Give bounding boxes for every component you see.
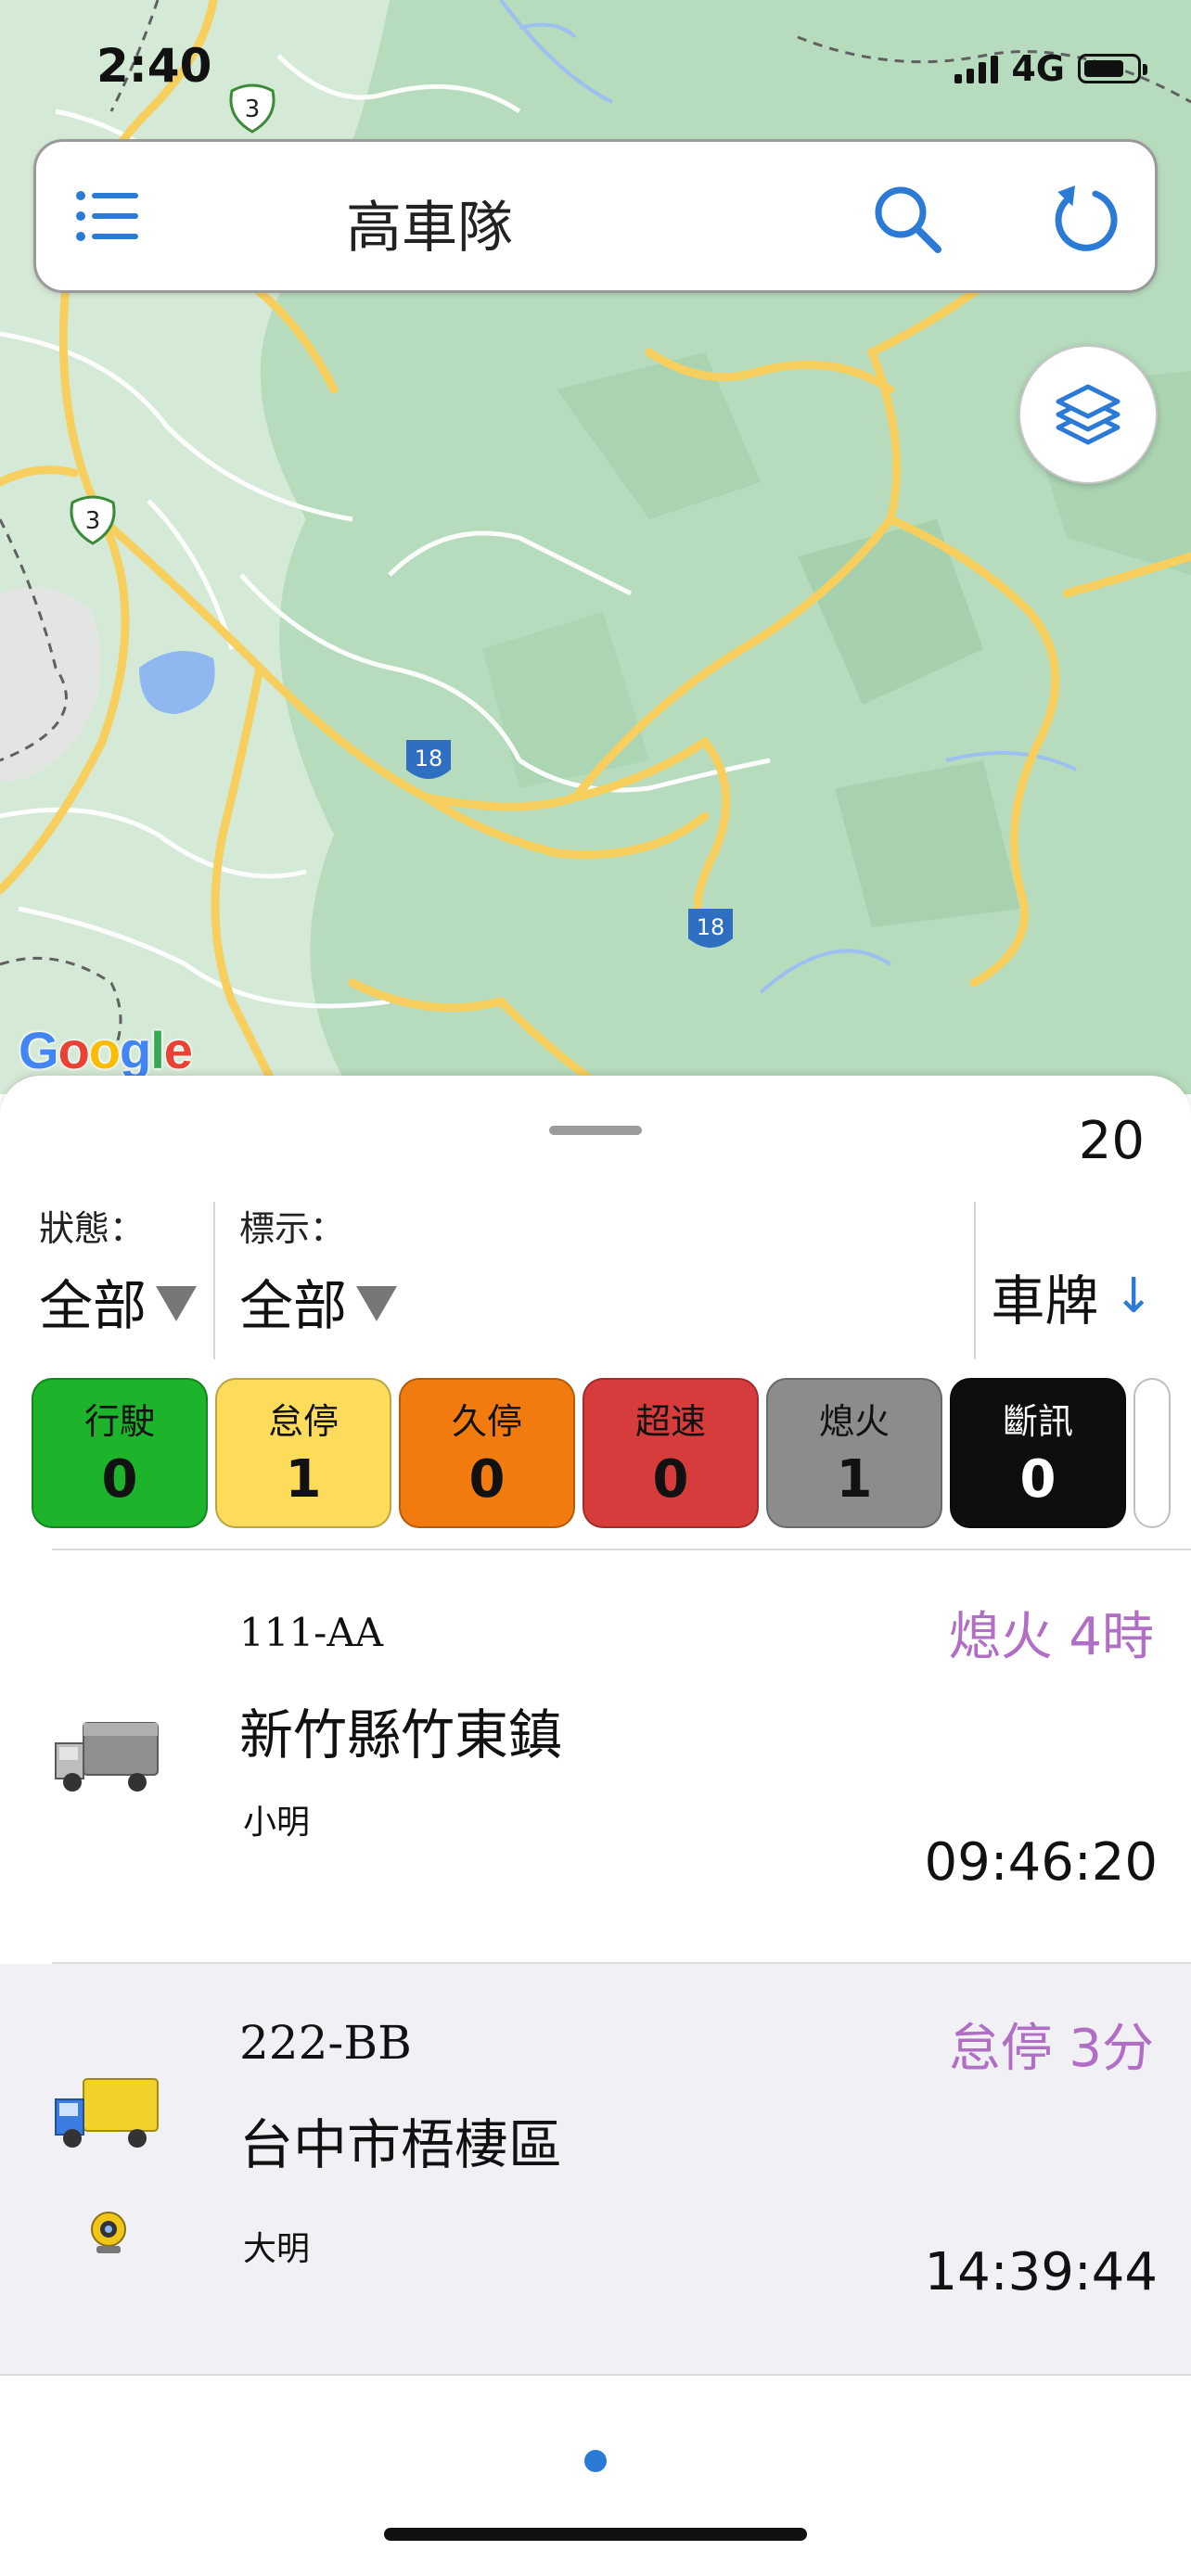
divider	[0, 2374, 1191, 2376]
vehicle-driver: 大明	[243, 2230, 311, 2268]
battery-icon	[1078, 54, 1147, 83]
fleet-title: 高車隊	[346, 196, 513, 261]
status-filter-value: 全部	[39, 1274, 147, 1337]
vehicle-driver: 小明	[243, 1804, 311, 1842]
top-search-bar: 高車隊	[33, 139, 1158, 293]
status-bar-indicators: 4G	[954, 48, 1147, 89]
truck-yellow-icon	[52, 2072, 163, 2159]
status-chip[interactable]: 超速 0	[583, 1378, 759, 1528]
status-chip[interactable]: 久停 0	[399, 1378, 575, 1528]
status-chip-row: 行駛 0 怠停 1 久停 0 超速 0 熄火 1 斷訊 0	[32, 1378, 1191, 1532]
vehicle-status: 熄火 4時	[948, 1607, 1154, 1667]
vehicle-row-111-AA[interactable]: 111-AA 新竹縣竹東鎮 小明 熄火 4時 09:46:20	[0, 1552, 1191, 1964]
page-indicator-dot	[584, 2450, 607, 2472]
sort-by-plate-button[interactable]: 車牌 ↓	[991, 1257, 1154, 1335]
truck-gray-icon	[52, 1715, 163, 1803]
status-chip[interactable]: 怠停 1	[215, 1378, 391, 1528]
vehicle-time: 14:39:44	[924, 2242, 1158, 2302]
vehicle-list-sheet: 20 狀態： 全部 標示： 全部 車牌 ↓ 行駛 0 怠停 1 久停 0 超速 0 熄火 1 斷訊 0…	[0, 1076, 1191, 2576]
status-bar-time: 2:40	[96, 39, 212, 93]
divider	[52, 1549, 1191, 1550]
status-chip-count: 0	[468, 1449, 506, 1510]
status-chip-label: 行駛	[83, 1401, 155, 1442]
vehicle-plate: 222-BB	[239, 2016, 412, 2070]
cellular-signal-icon	[954, 54, 999, 83]
camera-icon	[85, 2209, 132, 2259]
status-chip-label: 久停	[451, 1401, 522, 1442]
status-chip-count: 0	[101, 1449, 138, 1510]
sheet-drag-handle[interactable]	[549, 1126, 642, 1135]
filter-divider	[213, 1202, 215, 1359]
sort-arrow-down-icon: ↓	[1113, 1269, 1154, 1324]
status-chip-count: 1	[285, 1449, 322, 1510]
svg-text:18: 18	[697, 914, 725, 940]
svg-text:3: 3	[85, 507, 101, 535]
search-icon[interactable]	[871, 183, 945, 257]
svg-text:18: 18	[415, 746, 443, 772]
tag-filter-value: 全部	[239, 1274, 348, 1337]
svg-text:3: 3	[245, 96, 261, 123]
refresh-icon[interactable]	[1047, 183, 1121, 257]
status-chip[interactable]: 行駛 0	[32, 1378, 208, 1528]
vehicle-count: 20	[1078, 1111, 1145, 1171]
status-chip-label: 熄火	[818, 1401, 890, 1442]
status-chip[interactable]: 熄火 1	[766, 1378, 942, 1528]
sort-label: 車牌	[991, 1269, 1099, 1333]
network-type: 4G	[1011, 48, 1065, 89]
vehicle-location: 台中市梧棲區	[239, 2113, 563, 2176]
vehicle-plate: 111-AA	[239, 1610, 384, 1655]
vehicle-row-222-BB[interactable]: 222-BB 台中市梧棲區 大明 怠停 3分 14:39:44	[0, 1964, 1191, 2376]
tag-filter-dropdown[interactable]: 標示： 全部	[239, 1200, 398, 1340]
dropdown-triangle-icon	[356, 1286, 398, 1321]
status-chip-count: 1	[836, 1449, 873, 1510]
status-chip-label: 超速	[634, 1401, 706, 1442]
status-chip-label: 怠停	[267, 1401, 339, 1442]
home-indicator[interactable]	[384, 2528, 807, 2541]
status-filter-dropdown[interactable]: 狀態： 全部	[39, 1200, 198, 1340]
status-chip-count: 0	[652, 1449, 689, 1510]
status-chip-count: 0	[1019, 1449, 1057, 1510]
status-filter-label: 狀態：	[39, 1208, 146, 1249]
layers-icon[interactable]	[1018, 345, 1158, 484]
vehicle-location: 新竹縣竹東鎮	[239, 1703, 563, 1766]
status-chip[interactable]: 斷訊 0	[950, 1378, 1126, 1528]
google-attribution-logo: Google	[19, 1021, 193, 1079]
list-icon[interactable]	[75, 188, 140, 244]
tag-filter-label: 標示：	[239, 1208, 346, 1249]
status-chip-label: 斷訊	[1002, 1401, 1073, 1442]
vehicle-status: 怠停 3分	[948, 2019, 1154, 2079]
vehicle-time: 09:46:20	[924, 1832, 1158, 1893]
filter-divider	[974, 1202, 976, 1359]
dropdown-triangle-icon	[156, 1286, 198, 1321]
status-chip-partial[interactable]	[1133, 1378, 1171, 1528]
